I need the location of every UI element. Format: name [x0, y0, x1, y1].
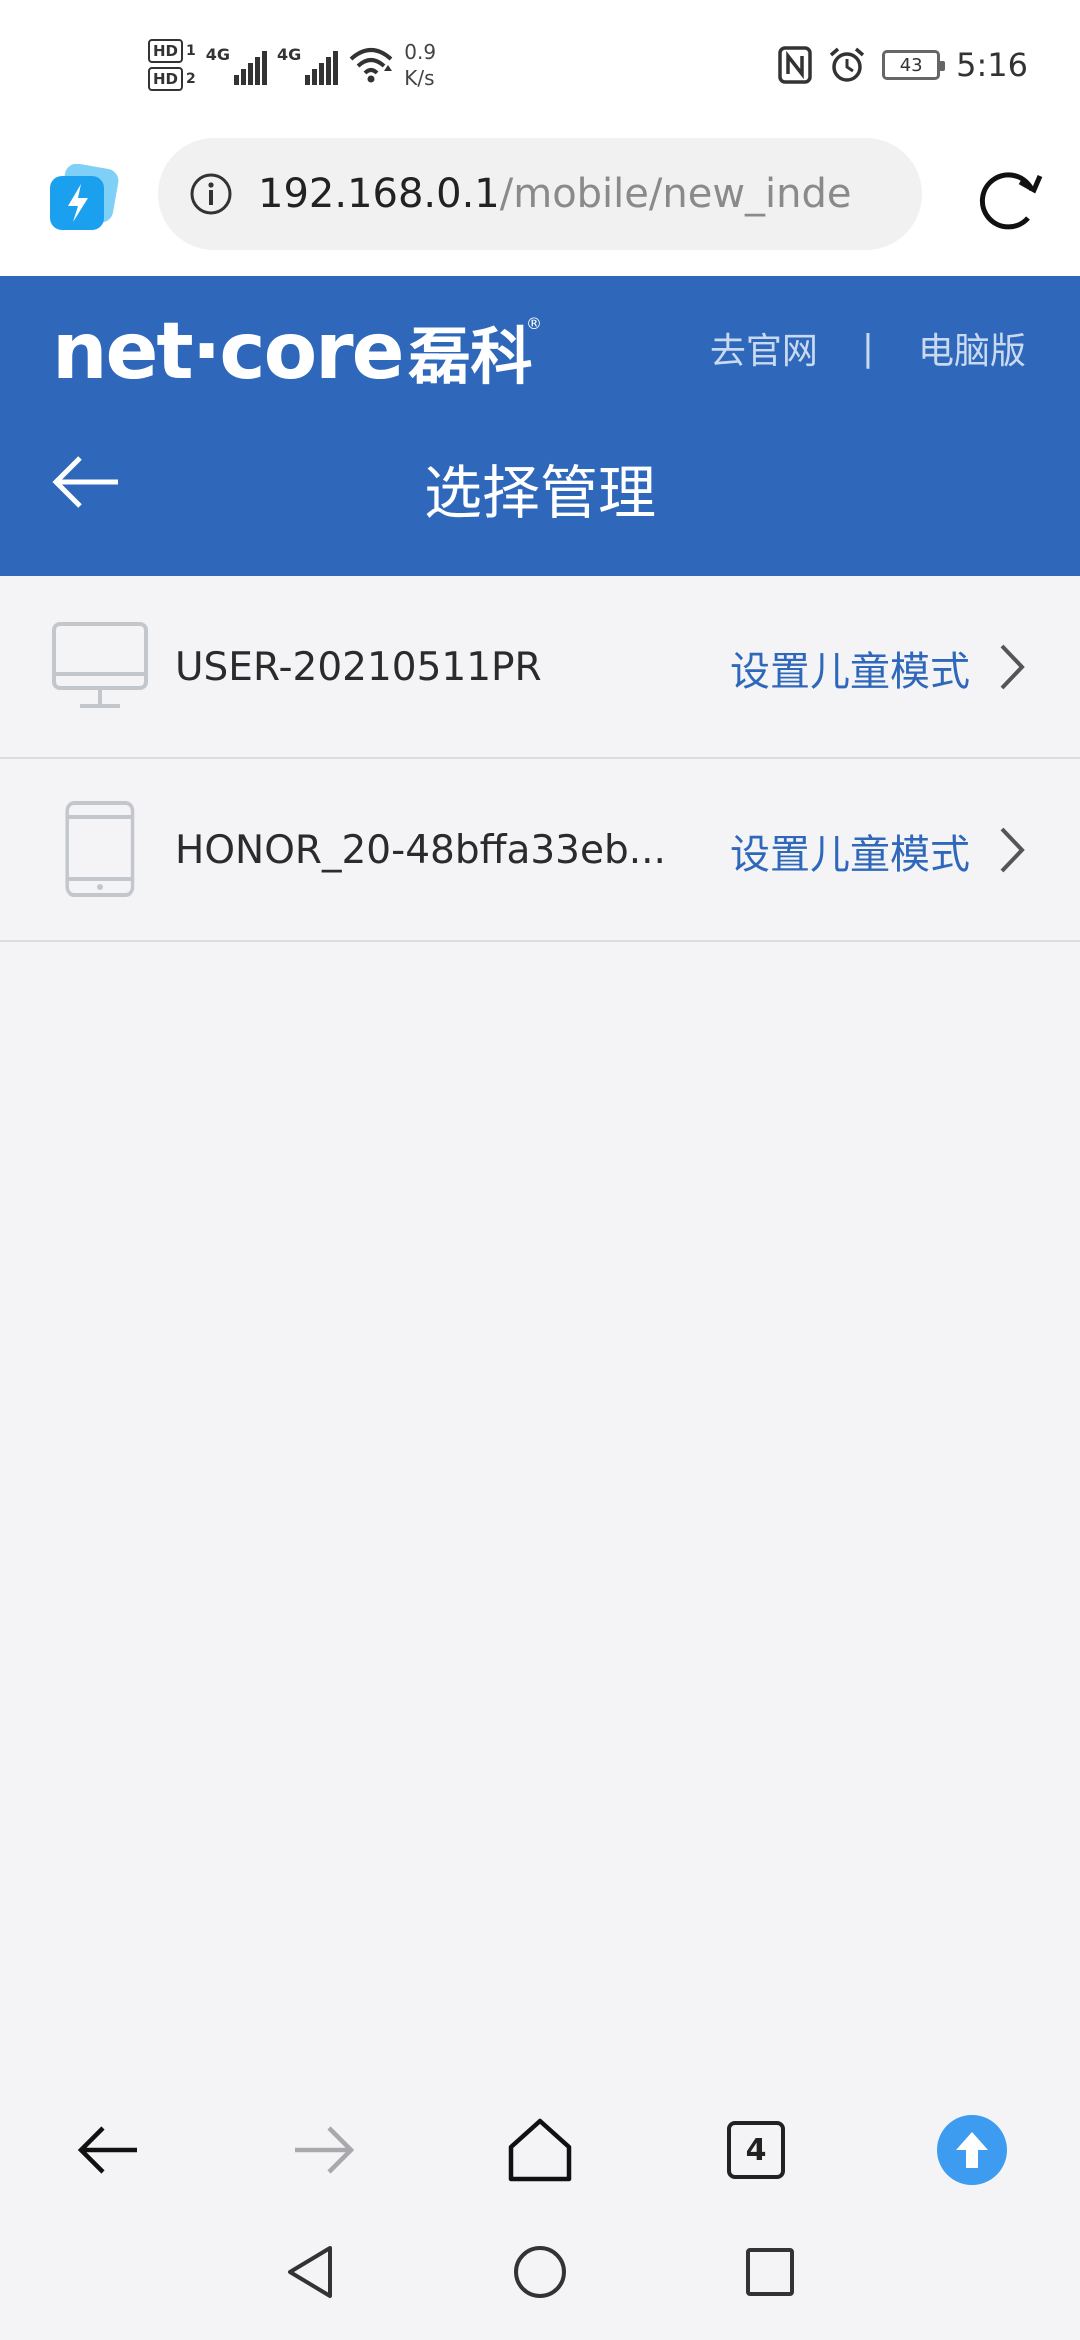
battery-level: 43: [899, 54, 923, 76]
signal-1-label: 4G: [205, 45, 231, 64]
info-icon[interactable]: [188, 171, 234, 217]
net-speed: 0.9 K/s: [404, 39, 436, 91]
status-right: 43 5:16: [778, 40, 1028, 90]
hd-indicators: HD 1 HD 2: [148, 39, 196, 91]
desktop-version-link[interactable]: 电脑版: [918, 322, 1026, 374]
hd-1-label: HD: [148, 39, 184, 63]
page-title: 选择管理: [423, 459, 656, 527]
hd-2: HD 2: [148, 67, 196, 91]
url-field[interactable]: 192.168.0.1/mobile/new_inde: [158, 138, 922, 250]
site-header: net·core磊科 ® 去官网 | 电脑版 选择管理: [0, 276, 1080, 576]
tab-count: 4: [727, 2121, 785, 2179]
device-row-desktop[interactable]: USER-20210511PR 设置儿童模式: [0, 576, 1080, 759]
device-name: HONOR_20-48bffa33eb...: [175, 828, 666, 873]
url-text[interactable]: 192.168.0.1/mobile/new_inde: [258, 171, 898, 217]
hd-1: HD 1: [148, 39, 196, 63]
logo-registered-mark: ®: [526, 314, 542, 333]
desktop-monitor-icon: [52, 622, 148, 708]
alarm-icon: [830, 47, 865, 82]
mobile-phone-icon: [65, 801, 135, 897]
browser-toolbar: 4: [0, 2080, 1080, 2210]
logo-text: net·core: [52, 307, 405, 397]
browser-home-button[interactable]: [500, 2110, 580, 2190]
refresh-icon[interactable]: [970, 160, 1046, 236]
nav-recents-icon[interactable]: [738, 2240, 802, 2304]
hd-2-label: HD: [148, 67, 184, 91]
hd-2-sub: 2: [186, 71, 196, 87]
browser-app-logo-icon[interactable]: [48, 164, 120, 234]
system-nav-bar: [0, 2210, 1080, 2340]
header-links: 去官网 | 电脑版: [710, 322, 1026, 374]
browser-back-button[interactable]: [68, 2110, 148, 2190]
home-icon: [508, 2118, 572, 2182]
upload-arrow-icon: [937, 2115, 1007, 2185]
net-speed-unit: K/s: [404, 66, 435, 90]
browser-address-bar: 192.168.0.1/mobile/new_inde: [0, 130, 1080, 276]
device-row-phone[interactable]: HONOR_20-48bffa33eb... 设置儿童模式: [0, 759, 1080, 942]
logo-cn: 磊科: [408, 320, 533, 393]
nav-back-icon[interactable]: [278, 2240, 342, 2304]
battery-icon: 43: [882, 50, 946, 80]
official-site-link[interactable]: 去官网: [710, 322, 818, 374]
browser-upload-button[interactable]: [932, 2110, 1012, 2190]
status-bar: HD 1 HD 2 4G 4G 0.9 K/s 43 5:16: [0, 0, 1080, 130]
netcore-logo: net·core磊科: [52, 306, 533, 397]
clock: 5:16: [956, 46, 1028, 84]
chevron-right-icon[interactable]: [994, 823, 1030, 877]
signal-2-icon: 4G: [277, 45, 339, 85]
hd-1-sub: 1: [186, 43, 196, 59]
chevron-right-icon[interactable]: [994, 640, 1030, 694]
set-child-mode-link[interactable]: 设置儿童模式: [730, 759, 970, 942]
browser-tabs-button[interactable]: 4: [716, 2110, 796, 2190]
header-link-separator: |: [861, 327, 874, 369]
url-path: /mobile/new_inde: [499, 171, 852, 217]
signal-1-icon: 4G: [205, 45, 268, 85]
wifi-icon: [349, 48, 393, 83]
nav-home-icon[interactable]: [508, 2240, 572, 2304]
arrow-right-icon: [295, 2126, 355, 2174]
status-left: HD 1 HD 2 4G 4G 0.9 K/s: [148, 30, 436, 100]
net-speed-value: 0.9: [404, 40, 437, 64]
set-child-mode-link[interactable]: 设置儿童模式: [730, 576, 970, 759]
device-name: USER-20210511PR: [175, 645, 542, 690]
device-list: USER-20210511PR 设置儿童模式 HONOR_20-48bffa33…: [0, 576, 1080, 942]
url-host: 192.168.0.1: [258, 171, 500, 217]
signal-2-label: 4G: [277, 45, 302, 64]
nfc-icon: [778, 46, 812, 84]
arrow-left-icon: [77, 2126, 137, 2174]
browser-forward-button[interactable]: [284, 2110, 364, 2190]
